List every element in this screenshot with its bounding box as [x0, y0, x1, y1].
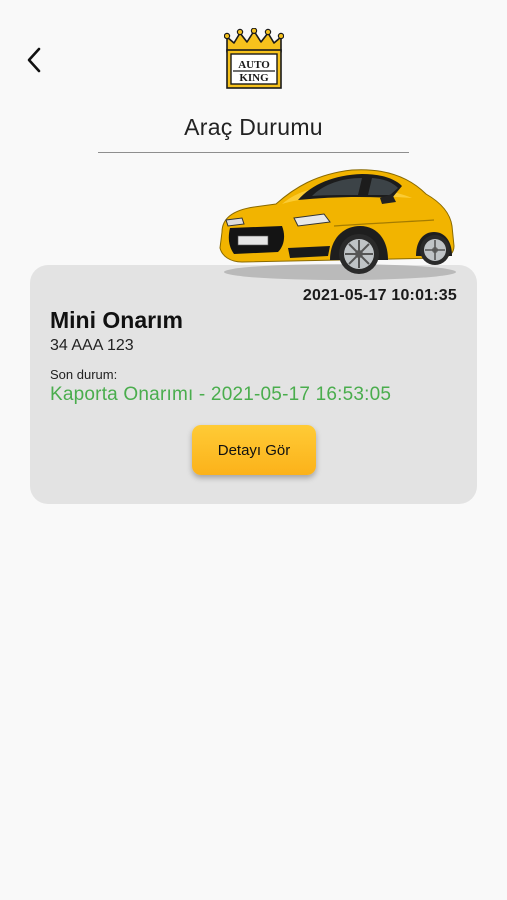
- page-title: Araç Durumu: [184, 114, 323, 140]
- logo-text-line1: AUTO: [238, 59, 270, 71]
- service-date: 2021-05-17 10:01:35: [302, 287, 457, 304]
- car-image: [219, 169, 456, 280]
- autoking-logo: AUTO KING: [224, 28, 284, 89]
- status-value: Kaporta Onarımı - 2021-05-17 16:53:05: [50, 384, 392, 405]
- status-label: Son durum:: [50, 367, 118, 382]
- service-title: Mini Onarım: [50, 307, 183, 333]
- vehicle-status-screen: AUTO KING Araç Durumu 2021-05-17 10:01:3…: [0, 0, 507, 900]
- service-card[interactable]: 2021-05-17 10:01:35 Mini Onarım 34 AAA 1…: [30, 265, 477, 504]
- view-details-button[interactable]: Detayı Gör: [192, 425, 316, 475]
- license-plate: 34 AAA 123: [50, 337, 134, 354]
- logo-text-line2: KING: [239, 72, 269, 84]
- back-button[interactable]: [18, 42, 50, 78]
- chevron-left-icon: [27, 47, 41, 73]
- title-divider: [98, 152, 409, 153]
